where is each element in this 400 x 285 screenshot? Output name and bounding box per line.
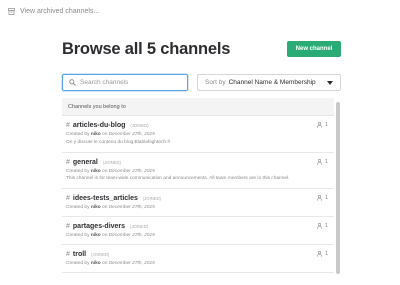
person-icon [316, 158, 322, 165]
channel-meta: Created by niko on December 27th, 2015 [66, 132, 155, 137]
member-count: 1 [316, 158, 328, 165]
channel-description: This channel is for team-wide communicat… [66, 176, 290, 181]
hash-icon: # [66, 195, 70, 202]
channel-row[interactable]: # articles-du-blog (JOINED) Created by n… [62, 116, 334, 153]
scrollbar-thumb[interactable] [336, 102, 340, 274]
channel-created-date: December 27th, 2015 [108, 205, 155, 210]
channel-meta: Created by niko on December 27th, 2015 [66, 168, 155, 174]
channel-creator: niko [90, 233, 101, 238]
channel-creator: niko [90, 261, 101, 266]
joined-badge: (JOINED) [91, 252, 110, 257]
member-count-value: 1 [324, 195, 328, 201]
channel-name[interactable]: general [73, 159, 98, 166]
sort-value: Channel Name & Membership [228, 79, 316, 86]
member-count: 1 [316, 251, 328, 257]
search-box[interactable] [62, 74, 188, 91]
member-count-value: 1 [324, 223, 328, 229]
channel-description: On y discute le contenu du blog Blablahi… [66, 139, 171, 145]
channel-name[interactable]: troll [73, 251, 86, 258]
person-icon [316, 122, 322, 128]
channel-created-date: December 27th, 2015 [108, 261, 155, 266]
member-count-value: 1 [324, 158, 328, 165]
new-channel-button[interactable]: New channel [287, 41, 341, 57]
channel-created-date: December 27th, 2015 [108, 233, 155, 238]
hash-icon: # [66, 158, 70, 166]
channel-list: # articles-du-blog (JOINED) Created by n… [62, 116, 334, 273]
joined-badge: (JOINED) [102, 159, 121, 165]
hash-icon: # [66, 122, 70, 129]
sort-select[interactable]: Sort by Channel Name & Membership [197, 74, 341, 91]
channel-meta: Created by niko on December 27th, 2015 [66, 233, 155, 238]
channel-creator: niko [90, 168, 101, 174]
member-count-value: 1 [324, 122, 328, 128]
channel-created-date: December 27th, 2015 [108, 132, 155, 137]
channel-created-date: December 27th, 2015 [108, 168, 155, 174]
channel-meta: Created by niko on December 27th, 2015 [66, 205, 155, 210]
chevron-down-icon [327, 81, 333, 85]
search-icon [69, 79, 76, 86]
member-count: 1 [316, 195, 328, 201]
joined-badge: (JOINED) [130, 224, 149, 229]
hash-icon: # [66, 251, 70, 258]
person-icon [316, 195, 322, 201]
channel-name[interactable]: idees-tests_articles [73, 195, 138, 202]
joined-badge: (JOINED) [130, 123, 149, 128]
channel-creator: niko [90, 132, 101, 137]
channel-creator: niko [90, 205, 101, 210]
member-count-value: 1 [324, 251, 328, 257]
view-archived-channels-link[interactable]: View archived channels... [8, 8, 99, 15]
sort-prefix: Sort by [205, 79, 226, 86]
scrollbar[interactable] [335, 98, 341, 285]
member-count: 1 [316, 122, 328, 128]
channel-name[interactable]: partages-divers [73, 223, 125, 230]
channel-name[interactable]: articles-du-blog [73, 122, 126, 129]
channel-row[interactable]: # general (JOINED) Created by niko on De… [62, 153, 334, 189]
hash-icon: # [66, 223, 70, 230]
joined-badge: (JOINED) [142, 196, 162, 201]
channel-meta: Created by niko on December 27th, 2015 [66, 261, 155, 266]
browse-channels-page: View archived channels... Browse all 5 c… [0, 0, 400, 285]
search-input[interactable] [80, 79, 180, 86]
archive-icon [8, 8, 15, 15]
channel-row[interactable]: # troll (JOINED) Created by niko on Dece… [62, 245, 334, 273]
person-icon [316, 251, 322, 257]
person-icon [316, 223, 322, 229]
channel-row[interactable]: # idees-tests_articles (JOINED) Created … [62, 189, 334, 217]
page-title: Browse all 5 channels [62, 40, 231, 58]
section-header: Channels you belong to [62, 98, 334, 116]
view-archived-label: View archived channels... [20, 8, 100, 15]
channel-row[interactable]: # partages-divers (JOINED) Created by ni… [62, 217, 334, 245]
member-count: 1 [316, 223, 328, 229]
